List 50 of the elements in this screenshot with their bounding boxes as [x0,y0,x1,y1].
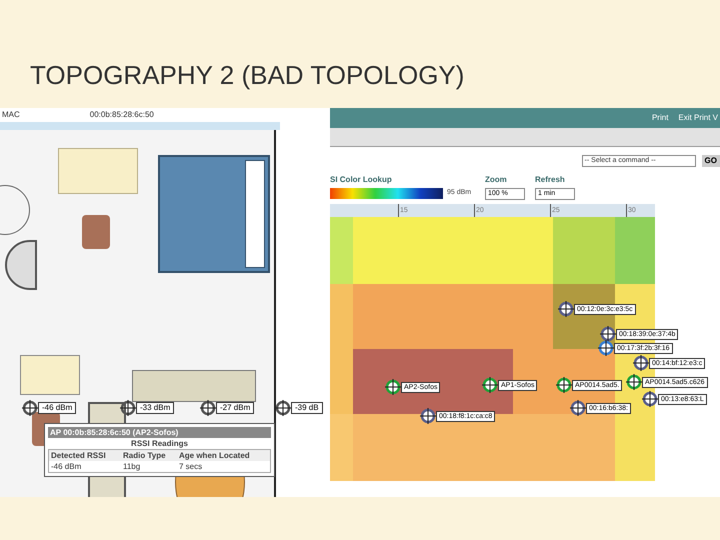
signal-reading: -39 dB [291,402,323,414]
heatmap-cell [330,217,353,284]
column-header: Radio Type [121,450,177,461]
crosshair-icon [598,340,614,356]
header-link[interactable]: Exit Print V [678,112,718,124]
header-link[interactable]: Print [652,112,668,124]
heatmap-cell [615,414,655,481]
crosshair-icon [642,391,658,407]
slide-title: TOPOGRAPHY 2 (BAD TOPOLOGY) [30,60,466,90]
crosshair-icon [556,377,572,393]
heatmap-cell [553,217,615,284]
signal-reading: -46 dBm [38,402,76,414]
shelf-drawing [20,355,80,395]
column-header: Detected RSSI [49,450,121,461]
control-label: Zoom [485,175,508,185]
crosshair-icon [482,377,498,393]
crosshair-icon [558,301,574,317]
heatmap-cell [353,349,393,414]
signal-reading: -27 dBm [216,402,254,414]
color-lookup-label: SI Color Lookup [330,175,393,185]
table-cell-text: 7 secs [178,461,204,472]
crosshair-icon [633,355,649,371]
mac-value: 00:0b:85:28:6c:50 [90,109,154,121]
heatmap-cell [330,284,353,349]
crosshair-icon [120,400,136,416]
control-label: Refresh [535,175,566,185]
heatmap-cell [615,217,655,284]
popup-subtitle: RSSI Readings [130,438,189,449]
sink-drawing [5,240,37,290]
signal-reading: -33 dBm [136,402,174,414]
table-cell-text: -46 dBm [50,461,82,472]
heatmap-cell [353,414,393,481]
crosshair-icon [626,374,642,390]
mac-label: MAC [2,109,20,121]
crosshair-icon [420,408,436,424]
heatmap-cell [353,217,393,284]
crosshair-icon [385,379,401,395]
table-cell-text: 11bg [122,461,142,472]
heatmap-cell [353,284,393,349]
chair-drawing [82,215,110,249]
heatmap-cell [330,349,353,414]
popup-title: AP 00:0b:85:28:6c:50 (AP2-Sofos) [48,427,271,438]
crosshair-icon [200,400,216,416]
heatmap-cell [553,414,615,481]
crosshair-icon [22,400,38,416]
crosshair-icon [570,400,586,416]
heatmap-cell [513,217,553,284]
go-button[interactable]: GO [702,155,720,167]
column-header: Age when Located [177,450,270,461]
heatmap-cell [330,414,353,481]
